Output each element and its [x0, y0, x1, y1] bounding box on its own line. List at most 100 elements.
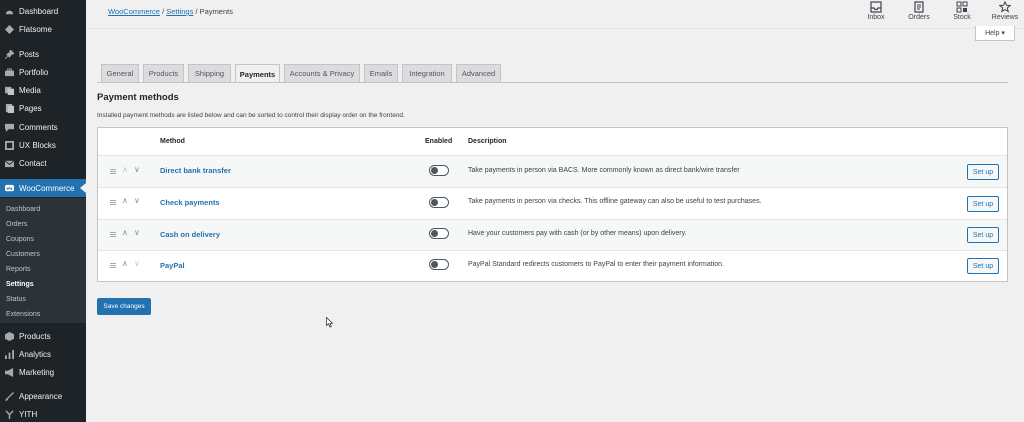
move-up-icon[interactable]: ∧ [122, 197, 128, 205]
sidebar-item-label: Posts [19, 49, 40, 59]
move-up-icon[interactable]: ∧ [122, 166, 128, 174]
stock-button[interactable]: Stock [942, 1, 982, 25]
move-down-icon[interactable]: ∨ [134, 197, 140, 205]
set-up-button[interactable]: Set up [967, 196, 999, 212]
tabs-divider [97, 82, 1008, 83]
sidebar-item-label: Portfolio [19, 67, 49, 77]
submenu-item-dashboard[interactable]: Dashboard [0, 202, 86, 217]
column-header-method: Method [160, 138, 185, 145]
yith-icon [5, 409, 14, 419]
drag-handle-icon[interactable] [110, 263, 116, 268]
sidebar-item-appearance[interactable]: Appearance [0, 387, 86, 405]
sidebar-item-label: Marketing [19, 367, 55, 377]
sidebar-item-label: Flatsome [19, 24, 52, 34]
move-up-icon[interactable]: ∧ [122, 260, 128, 268]
tab-integration[interactable]: Integration [402, 64, 452, 82]
sidebar-item-analytics[interactable]: Analytics [0, 345, 86, 363]
set-up-button[interactable]: Set up [967, 258, 999, 274]
star-icon [999, 1, 1011, 13]
tab-products[interactable]: Products [143, 64, 184, 82]
pin-icon [5, 49, 14, 59]
set-up-button[interactable]: Set up [967, 227, 999, 243]
comments-icon [5, 123, 14, 132]
inbox-label: Inbox [867, 14, 885, 21]
mouse-cursor-icon [326, 317, 334, 328]
drag-handle-icon[interactable] [110, 232, 116, 237]
enable-toggle[interactable] [429, 165, 449, 176]
tab-accounts-privacy[interactable]: Accounts & Privacy [284, 64, 360, 82]
orders-label: Orders [908, 14, 930, 21]
sidebar-item-flatsome[interactable]: Flatsome [0, 20, 86, 38]
move-up-icon[interactable]: ∧ [122, 229, 128, 237]
move-down-icon[interactable]: ∨ [134, 229, 140, 237]
toggle-knob [431, 230, 438, 237]
sidebar-item-posts[interactable]: Posts [0, 45, 86, 63]
portfolio-icon [5, 67, 14, 77]
sidebar-item-portfolio[interactable]: Portfolio [0, 63, 86, 81]
tab-general[interactable]: General [101, 64, 139, 82]
submenu-item-extensions[interactable]: Extensions [0, 307, 86, 322]
stock-label: Stock [953, 14, 971, 21]
sidebar-item-label: Comments [19, 122, 58, 132]
toggle-knob [431, 199, 438, 206]
save-changes-button[interactable]: Save changes [97, 298, 151, 315]
sidebar-item-ux-blocks[interactable]: UX Blocks [0, 136, 86, 154]
drag-handle-icon[interactable] [110, 200, 116, 205]
enable-toggle[interactable] [429, 197, 449, 208]
breadcrumb-woocommerce-link[interactable]: WooCommerce [108, 7, 160, 16]
help-button[interactable]: Help ▾ [975, 26, 1015, 41]
submenu-item-settings[interactable]: Settings [0, 277, 86, 292]
tab-shipping[interactable]: Shipping [188, 64, 231, 82]
sidebar-item-products[interactable]: Products [0, 327, 86, 345]
enable-toggle[interactable] [429, 259, 449, 270]
analytics-icon [5, 349, 14, 359]
breadcrumb-separator: / [195, 7, 198, 16]
column-header-description: Description [468, 138, 507, 145]
orders-button[interactable]: Orders [899, 1, 939, 25]
sidebar-item-marketing[interactable]: Marketing [0, 363, 86, 381]
sidebar-item-media[interactable]: Media [0, 81, 86, 99]
tab-emails[interactable]: Emails [364, 64, 398, 82]
sidebar-item-dashboard[interactable]: Dashboard [0, 2, 86, 20]
sidebar-item-pages[interactable]: Pages [0, 99, 86, 117]
sidebar-item-yith[interactable]: YITH [0, 405, 86, 422]
enable-toggle[interactable] [429, 228, 449, 239]
breadcrumb: WooCommerce / Settings / Payments [108, 7, 233, 16]
inbox-button[interactable]: Inbox [856, 1, 896, 25]
submenu-item-status[interactable]: Status [0, 292, 86, 307]
toggle-knob [431, 167, 438, 174]
mail-icon [5, 159, 14, 168]
tab-advanced[interactable]: Advanced [456, 64, 501, 82]
sidebar-item-label: Media [19, 85, 41, 95]
brush-icon [5, 391, 14, 401]
sidebar-item-label: Dashboard [19, 6, 59, 16]
submenu-item-orders[interactable]: Orders [0, 217, 86, 232]
column-header-enabled: Enabled [425, 138, 453, 145]
move-down-icon[interactable]: ∨ [134, 166, 140, 174]
sidebar-item-woocommerce[interactable]: WooCommerce [0, 179, 86, 197]
stock-icon [956, 1, 968, 13]
payment-method-description: PayPal Standard redirects customers to P… [468, 261, 725, 268]
submenu-item-customers[interactable]: Customers [0, 247, 86, 262]
submenu-item-coupons[interactable]: Coupons [0, 232, 86, 247]
payment-method-link[interactable]: Direct bank transfer [160, 166, 231, 175]
move-down-icon[interactable]: ∨ [134, 260, 140, 268]
products-icon [5, 331, 14, 341]
drag-handle-icon[interactable] [110, 169, 116, 174]
breadcrumb-settings-link[interactable]: Settings [166, 7, 193, 16]
payment-method-link[interactable]: PayPal [160, 261, 185, 270]
sidebar-item-label: Products [19, 331, 51, 341]
sidebar-item-comments[interactable]: Comments [0, 118, 86, 136]
sidebar-item-label: UX Blocks [19, 140, 56, 150]
sidebar-item-contact[interactable]: Contact [0, 154, 86, 172]
submenu-item-reports[interactable]: Reports [0, 262, 86, 277]
set-up-button[interactable]: Set up [967, 164, 999, 180]
payment-method-description: Take payments in person via checks. This… [468, 198, 762, 205]
payment-method-link[interactable]: Check payments [160, 198, 220, 207]
sidebar-item-label: WooCommerce [19, 183, 75, 193]
reviews-button[interactable]: Reviews [985, 1, 1024, 25]
pages-icon [5, 103, 14, 113]
payment-method-link[interactable]: Cash on delivery [160, 230, 220, 239]
toggle-knob [431, 261, 438, 268]
tab-payments[interactable]: Payments [235, 64, 280, 83]
